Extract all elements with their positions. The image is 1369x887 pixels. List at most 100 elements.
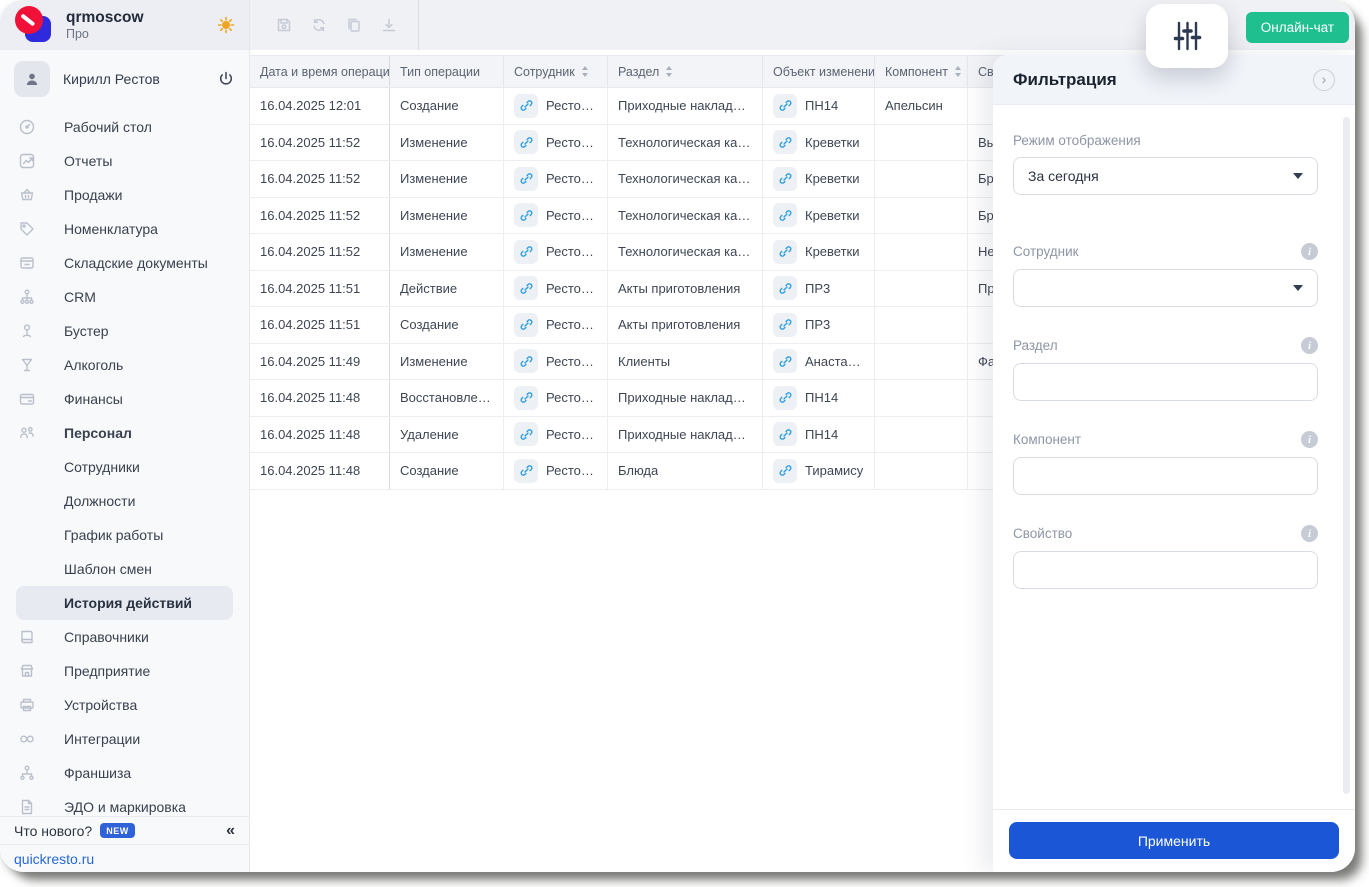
filter-label-row: Режим отображения — [1013, 133, 1318, 148]
copy-icon[interactable] — [345, 16, 363, 34]
theme-sun-icon[interactable] — [217, 16, 235, 34]
save-icon[interactable] — [275, 16, 293, 34]
sidebar-item-шаблон-смен[interactable]: Шаблон смен — [0, 552, 249, 586]
refresh-icon[interactable] — [310, 16, 328, 34]
link-icon[interactable] — [514, 349, 538, 374]
select-режим-отображения[interactable]: За сегодня — [1013, 157, 1318, 195]
sidebar-item-франшиза[interactable]: Франшиза — [0, 756, 249, 790]
link-icon[interactable] — [773, 276, 797, 301]
sidebar-item-история-действий[interactable]: История действий — [16, 586, 233, 620]
link-icon[interactable] — [514, 93, 538, 118]
chevron-right-icon[interactable]: › — [1313, 68, 1335, 91]
cell-text: 16.04.2025 11:52 — [260, 134, 361, 150]
table-cell: ПН14 — [763, 416, 875, 452]
link-icon[interactable] — [514, 130, 538, 155]
table-row[interactable]: 16.04.2025 12:01 Создание Рестов... Приходн… — [250, 88, 1108, 125]
table-row[interactable]: 16.04.2025 11:51 Действие Рестов... Акты пр… — [250, 270, 1108, 307]
input-раздел[interactable] — [1013, 363, 1318, 401]
online-chat-button[interactable]: Онлайн-чат — [1245, 12, 1349, 43]
sidebar-item-финансы[interactable]: Финансы — [0, 382, 249, 416]
column-header-4[interactable]: Раздел — [608, 56, 763, 87]
filter-label-row: Компонент i — [1013, 431, 1318, 448]
whats-new-link[interactable]: Что нового? — [14, 823, 92, 839]
user-row[interactable]: Кирилл Рестов — [0, 56, 249, 102]
sidebar-item-label: CRM — [64, 289, 96, 305]
sidebar-item-label: Складские документы — [64, 255, 208, 271]
link-icon[interactable] — [773, 130, 797, 155]
link-icon[interactable] — [514, 312, 538, 337]
link-icon[interactable] — [773, 312, 797, 337]
sidebar-item-бустер[interactable]: Бустер — [0, 314, 249, 348]
table-row[interactable]: 16.04.2025 11:52 Изменение Рестов... Технол… — [250, 197, 1108, 234]
link-icon[interactable] — [514, 203, 538, 228]
book-icon — [16, 628, 38, 646]
sidebar-item-алкоголь[interactable]: Алкоголь — [0, 348, 249, 382]
power-icon[interactable] — [217, 70, 235, 88]
download-icon[interactable] — [380, 16, 398, 34]
sidebar-item-справочники[interactable]: Справочники — [0, 620, 249, 654]
apply-button[interactable]: Применить — [1009, 822, 1339, 859]
filter-toggle-card[interactable] — [1146, 4, 1228, 68]
table-cell — [875, 343, 968, 379]
sidebar-item-персонал[interactable]: Персонал — [0, 416, 249, 450]
info-icon[interactable]: i — [1301, 243, 1318, 260]
link-icon[interactable] — [773, 458, 797, 483]
table-row[interactable]: 16.04.2025 11:48 Удаление Рестов... Приходн… — [250, 416, 1108, 453]
sidebar-item-график-работы[interactable]: График работы — [0, 518, 249, 552]
input-компонент[interactable] — [1013, 457, 1318, 495]
link-icon[interactable] — [514, 239, 538, 264]
info-icon[interactable]: i — [1301, 431, 1318, 448]
table-row[interactable]: 16.04.2025 11:51 Создание Рестов... Акты пр… — [250, 307, 1108, 344]
sidebar-item-предприятие[interactable]: Предприятие — [0, 654, 249, 688]
table-cell: 16.04.2025 11:51 — [250, 307, 390, 343]
link-icon[interactable] — [514, 166, 538, 191]
table-cell: Апельсин — [875, 88, 968, 124]
sidebar-item-должности[interactable]: Должности — [0, 484, 249, 518]
sidebar-item-складские-документы[interactable]: Складские документы — [0, 246, 249, 280]
column-header-3[interactable]: Сотрудник — [504, 56, 608, 87]
site-link[interactable]: quickresto.ru — [14, 851, 94, 867]
sidebar-item-label: Шаблон смен — [64, 561, 152, 577]
table-row[interactable]: 16.04.2025 11:49 Изменение Рестов... Клиент… — [250, 343, 1108, 380]
link-icon[interactable] — [773, 422, 797, 447]
table-row[interactable]: 16.04.2025 11:48 Создание Рестов... Блюда Ти… — [250, 453, 1108, 490]
sidebar-item-устройства[interactable]: Устройства — [0, 688, 249, 722]
info-icon[interactable]: i — [1301, 525, 1318, 542]
link-icon[interactable] — [773, 203, 797, 228]
sort-icon[interactable] — [666, 66, 673, 77]
link-icon[interactable] — [773, 166, 797, 191]
column-header-6[interactable]: Компонент — [875, 56, 968, 87]
sidebar-item-сотрудники[interactable]: Сотрудники — [0, 450, 249, 484]
input-свойство[interactable] — [1013, 551, 1318, 589]
link-icon[interactable] — [514, 458, 538, 483]
link-icon[interactable] — [773, 349, 797, 374]
link-icon[interactable] — [773, 385, 797, 410]
table-row[interactable]: 16.04.2025 11:48 Восстановление Рестов... П… — [250, 380, 1108, 417]
sort-icon[interactable] — [581, 66, 588, 77]
link-icon[interactable] — [773, 93, 797, 118]
sidebar-item-номенклатура[interactable]: Номенклатура — [0, 212, 249, 246]
cell-text: 16.04.2025 11:52 — [260, 207, 361, 223]
sidebar-item-crm[interactable]: CRM — [0, 280, 249, 314]
sidebar-item-label: График работы — [64, 527, 164, 543]
link-icon[interactable] — [514, 422, 538, 447]
select-сотрудник[interactable] — [1013, 269, 1318, 307]
link-icon[interactable] — [514, 276, 538, 301]
info-icon[interactable]: i — [1301, 337, 1318, 354]
sidebar-item-отчеты[interactable]: Отчеты — [0, 144, 249, 178]
link-icon[interactable] — [514, 385, 538, 410]
sort-icon[interactable] — [955, 66, 962, 77]
collapse-sidebar-icon[interactable]: « — [226, 822, 235, 840]
table-row[interactable]: 16.04.2025 11:52 Изменение Рестов... Технол… — [250, 234, 1108, 271]
link-icon[interactable] — [773, 239, 797, 264]
sidebar-item-продажи[interactable]: Продажи — [0, 178, 249, 212]
table-row[interactable]: 16.04.2025 11:52 Изменение Рестов... Технол… — [250, 161, 1108, 198]
table-body: 16.04.2025 12:01 Создание Рестов... Приходн… — [250, 88, 1108, 490]
table-cell: 16.04.2025 11:48 — [250, 380, 390, 416]
table-row[interactable]: 16.04.2025 11:52 Изменение Рестов... Технол… — [250, 124, 1108, 161]
sidebar-item-label: История действий — [64, 595, 193, 611]
filter-scrollbar[interactable] — [1343, 117, 1350, 794]
cell-text: Рестов... — [546, 317, 597, 333]
sidebar-item-рабочий-стол[interactable]: Рабочий стол — [0, 110, 249, 144]
sidebar-item-интеграции[interactable]: Интеграции — [0, 722, 249, 756]
